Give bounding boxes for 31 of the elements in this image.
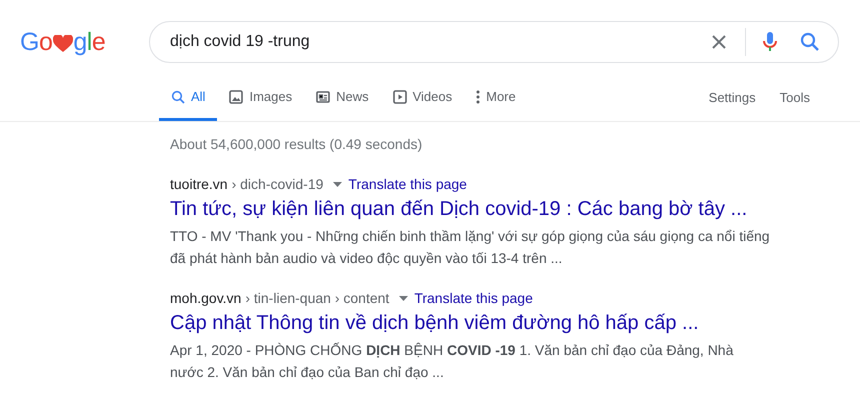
result-path: › dich-covid-19 [232, 175, 324, 193]
video-icon [392, 90, 407, 104]
translate-link[interactable]: Translate this page [348, 175, 467, 193]
search-icon [171, 90, 185, 104]
caret-icon[interactable] [399, 296, 408, 300]
tab[interactable]: More [464, 76, 528, 121]
tab[interactable]: News [304, 76, 381, 121]
search-icon[interactable] [800, 32, 820, 52]
close-icon[interactable] [711, 34, 727, 50]
news-icon [316, 90, 330, 102]
result-domain: tuoitre.vn [170, 175, 228, 193]
translate-link[interactable]: Translate this page [414, 289, 533, 307]
heart-icon [53, 34, 74, 52]
search-bar[interactable]: dịch covid 19 -trung [149, 21, 839, 63]
logo[interactable]: Go gle [20, 28, 130, 56]
tool-link[interactable]: Tools [780, 90, 810, 104]
tab[interactable]: All [159, 76, 218, 121]
tab[interactable]: Images [217, 76, 304, 121]
result-stats: About 54,600,000 results (0.49 seconds) [170, 135, 424, 152]
tab[interactable]: Videos [380, 76, 464, 121]
result-domain: moh.gov.vn [170, 289, 242, 307]
microphone-icon[interactable] [762, 31, 778, 53]
result-path: › tin-lien-quan › content [245, 289, 390, 307]
more-icon [476, 90, 480, 104]
result-snippet: Apr 1, 2020 - PHÒNG CHỐNG DỊCH BỆNH COVID -19 1. Văn bản chỉ đạo của Đảng, Nhà nước 2. Văn bản chỉ đạo của Ban chỉ đạo ... [170, 341, 734, 382]
caret-icon[interactable] [333, 182, 342, 186]
result-title[interactable]: Cập nhật Thông tin về dịch bệnh viêm đường hô hấp cấp ... [170, 310, 770, 336]
image-icon [229, 90, 244, 104]
result-title[interactable]: Tin tức, sự kiện liên quan đến Dịch covid-19 : Các bang bờ tây ... [170, 196, 770, 222]
result-snippet: TTO - MV 'Thank you - Những chiến binh thầm lặng' với sự góp giọng của sáu giọng ca nổi tiếng đã phát hành bản audio và video độc quyền vào tối 13-4 trên ... [170, 227, 770, 268]
tool-link[interactable]: Settings [708, 90, 756, 104]
